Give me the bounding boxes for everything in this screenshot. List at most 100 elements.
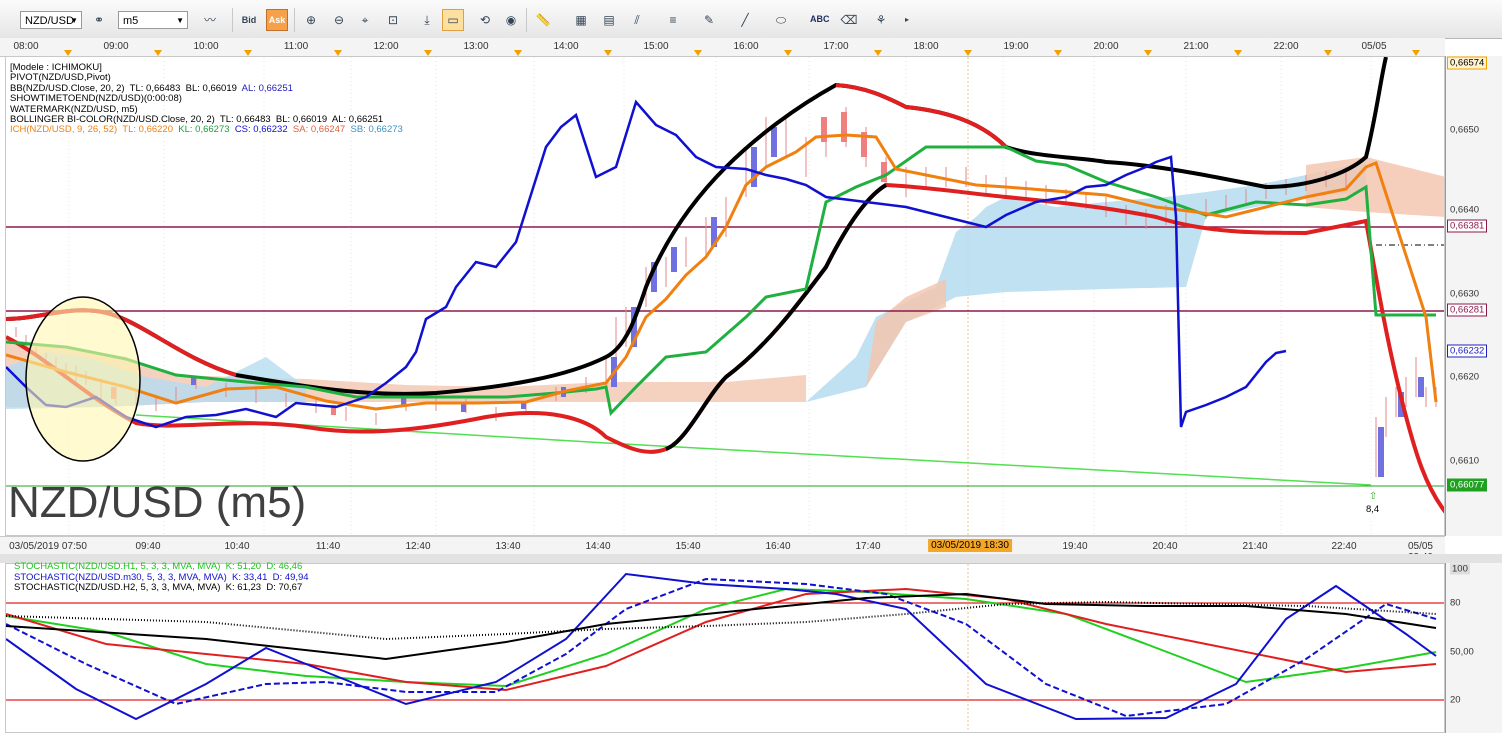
template-icon[interactable]: ▤ (598, 9, 620, 31)
scroll-end-icon[interactable]: ⤓ (416, 9, 438, 31)
time-axis-top: 08:00 09:00 10:00 11:00 12:00 13:00 14:00 15:00… (0, 38, 1445, 57)
current-time-badge: 03/05/2019 18:30 (928, 539, 1012, 552)
crosshair-icon[interactable]: ▭ (442, 9, 464, 31)
zoom-fit-icon[interactable]: ⊡ (382, 9, 404, 31)
price-label: 0,6650 (1450, 124, 1480, 136)
time-label: 09:40 (135, 541, 161, 552)
legend-ich-name: ICH(NZD/USD, 9, 26, 52) (10, 124, 118, 136)
legend-bb-name: BB(NZD/USD.Close, 20, 2) (10, 82, 125, 94)
ellipse-icon[interactable]: ⬭ (770, 9, 792, 31)
toolbar-divider (232, 8, 233, 32)
arrow-value: 8,4 (1366, 504, 1380, 515)
time-label: 22:00 (1273, 41, 1299, 52)
tree-icon[interactable]: ⚘ (870, 9, 892, 31)
zoom-out-icon[interactable]: ⊖ (328, 9, 350, 31)
time-label: 21:40 (1242, 541, 1268, 552)
legend-bollinger: BOLLINGER BI-COLOR(NZD/USD.Close, 20, 2)… (10, 114, 384, 126)
bid-button[interactable]: Bid (238, 9, 260, 31)
time-label: 17:00 (823, 41, 849, 52)
time-label: 20:40 (1152, 541, 1178, 552)
time-label: 10:00 (193, 41, 219, 52)
time-label: 16:00 (733, 41, 759, 52)
stoch-label-20: 20 (1450, 694, 1461, 706)
fib-icon[interactable]: ⫽ (626, 9, 648, 31)
symbol-select[interactable]: NZD/USD ▼ (20, 11, 82, 29)
time-label: 22:40 (1331, 541, 1357, 552)
stoch-h2-d (6, 600, 1437, 641)
eraser-icon[interactable]: ⌫ (838, 9, 860, 31)
time-axis-bottom: 03/05/2019 07:50 09:40 10:40 11:40 12:40 13:4… (0, 536, 1445, 563)
more-icon[interactable]: ▸ (896, 9, 918, 31)
stochastic-axis: 100 80 50,00 20 (1445, 563, 1502, 733)
ruler-icon[interactable]: 📏 (532, 9, 554, 31)
time-label: 21:00 (1183, 41, 1209, 52)
time-label: 05/05 (1361, 41, 1387, 52)
price-label: 0,6620 (1450, 371, 1480, 383)
time-label: 09:00 (103, 41, 129, 52)
time-label: 20:00 (1093, 41, 1119, 52)
stoch-label-100: 100 (1450, 563, 1470, 575)
time-label: 15:40 (675, 541, 701, 552)
stoch-legend-m30: STOCHASTIC(NZD/USD.m30, 5, 3, 3, MVA, MV… (14, 571, 309, 583)
time-label: 10:40 (224, 541, 250, 552)
time-label: 12:00 (373, 41, 399, 52)
legend-bb-values: TL: 0,66483 BL: 0,66019 (129, 82, 237, 94)
time-label: 14:40 (585, 541, 611, 552)
lines-icon[interactable]: ≡ (662, 9, 684, 31)
highlight-ellipse[interactable] (25, 296, 141, 462)
time-label: 11:00 (283, 41, 309, 52)
symbol-value: NZD/USD (25, 15, 74, 27)
chart-type-icon[interactable]: 〰 (199, 9, 221, 31)
price-tag-pivot: 0,66281 (1447, 303, 1488, 317)
time-label: 13:00 (463, 41, 489, 52)
legend-ich-tl: TL: 0,66220 (122, 124, 173, 136)
timeframe-value: m5 (123, 15, 139, 27)
legend-model: [Modele : ICHIMOKU] (10, 62, 102, 73)
time-label: 15:00 (643, 41, 669, 52)
stoch-h2-k (6, 592, 1437, 661)
time-label: 11:40 (315, 541, 341, 552)
arrow-up-icon: ⇧ (1369, 491, 1378, 502)
toolbar-divider (294, 8, 295, 32)
time-label: 12:40 (405, 541, 431, 552)
legend-showtime: SHOWTIMETOEND(NZD/USD)(0:00:08) (10, 93, 182, 105)
chevron-down-icon: ▼ (176, 16, 184, 25)
bb-lower-black (665, 183, 888, 451)
text-tool-label[interactable]: ABC (810, 14, 830, 24)
time-label: 19:40 (1062, 541, 1088, 552)
indicator-legend: [Modele : ICHIMOKU] PIVOT(NZD/USD,Pivot)… (10, 62, 403, 136)
indicator-icon[interactable]: ⟲ (474, 9, 496, 31)
time-label: 13:40 (495, 541, 521, 552)
time-label: 17:40 (855, 541, 881, 552)
price-tag-support: 0,66077 (1447, 478, 1488, 492)
globe-icon[interactable]: ◉ (500, 9, 522, 31)
image-icon[interactable]: ▦ (570, 9, 592, 31)
legend-ich-kl: KL: 0,66273 (178, 124, 230, 136)
time-label: 08:00 (13, 41, 39, 52)
price-axis[interactable]: 0,6650 0,6640 0,6630 0,6620 0,6610 0,665… (1445, 56, 1502, 536)
stoch-legend-h2: STOCHASTIC(NZD/USD.H2, 5, 3, 3, MVA, MVA… (14, 582, 303, 593)
stoch-label-50: 50,00 (1450, 646, 1474, 658)
price-tag-r1: 0,66381 (1447, 219, 1488, 233)
pen-icon[interactable]: ✎ (698, 9, 720, 31)
stoch-label-80: 80 (1450, 597, 1461, 609)
legend-pivot: PIVOT(NZD/USD,Pivot) (10, 72, 111, 84)
time-label: 14:00 (553, 41, 579, 52)
stoch-legend-h1: STOCHASTIC(NZD/USD.H1, 5, 3, 3, MVA, MVA… (14, 561, 303, 572)
timeframe-select[interactable]: m5 ▼ (118, 11, 188, 29)
candles (15, 107, 1437, 477)
trendline-icon[interactable]: ╱ (734, 9, 756, 31)
watermark: NZD/USD (m5) (8, 478, 307, 527)
toolbar: NZD/USD ▼ ⚭ m5 ▼ 〰 Bid Ask ⊕ ⊖ ⌖ ⊡ ⤓ ▭ ⟲ ◉… (0, 0, 1502, 39)
zoom-in-icon[interactable]: ⊕ (300, 9, 322, 31)
time-label: 03/05/2019 07:50 (9, 541, 87, 552)
time-label: 18:00 (913, 41, 939, 52)
time-label: 19:00 (1003, 41, 1029, 52)
cursor-icon[interactable]: ⌖ (354, 9, 376, 31)
link-icon[interactable]: ⚭ (88, 9, 110, 31)
legend-watermark: WATERMARK(NZD/USD, m5) (10, 103, 138, 115)
ask-button[interactable]: Ask (266, 9, 288, 31)
toolbar-divider (526, 8, 527, 32)
time-label: 16:40 (765, 541, 791, 552)
stochastic-legend: STOCHASTIC(NZD/USD.H1, 5, 3, 3, MVA, MVA… (14, 561, 309, 594)
